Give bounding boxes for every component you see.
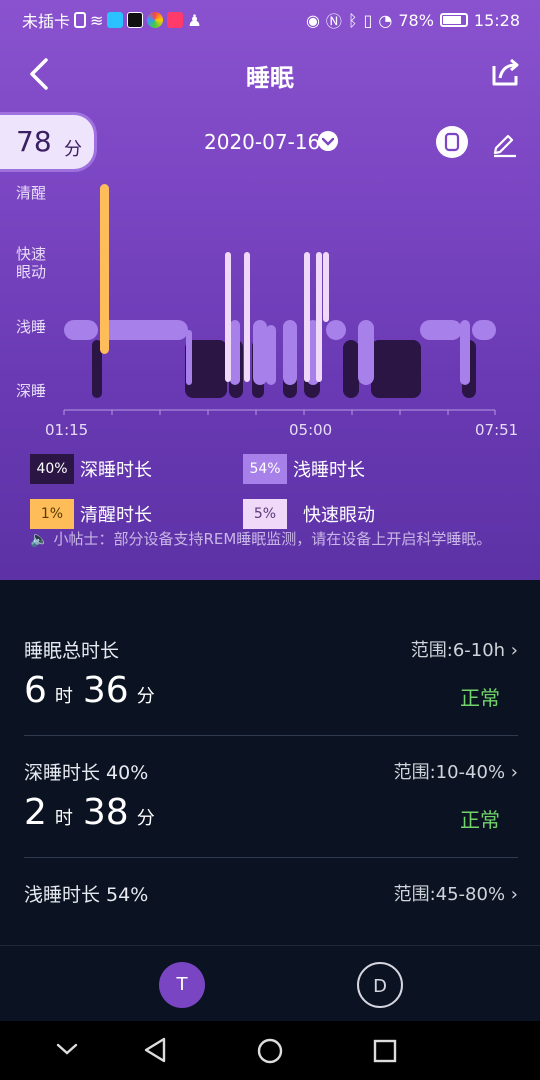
stat-label: 睡眠总时长 bbox=[24, 640, 120, 662]
tip-text: 🔈 小帖士：部分设备支持REM睡眠监测，请在设备上开启科学睡眠。 bbox=[30, 530, 492, 548]
x-label-mid: 05:00 bbox=[289, 421, 333, 439]
legend-awake: 1% 清醒时长 bbox=[30, 499, 152, 529]
stat-range[interactable]: 范围:10-40% › bbox=[394, 758, 518, 784]
sim-icon bbox=[74, 12, 87, 28]
stat-duration: 6 时 36 分 bbox=[24, 670, 155, 711]
app-icon-heart-black bbox=[127, 12, 144, 28]
back-triangle-icon[interactable] bbox=[142, 1037, 168, 1063]
legend-label-deep: 深睡时长 bbox=[80, 460, 152, 481]
legend-swatch-rem: 5% bbox=[243, 499, 287, 529]
carrier-text: 未插卡 bbox=[22, 12, 71, 31]
app-icon-color bbox=[147, 12, 164, 28]
bottom-tab-bar: T D bbox=[0, 945, 540, 1021]
app-icon-heart-blue bbox=[107, 12, 124, 28]
awake-bar bbox=[100, 184, 109, 354]
app-header: 睡眠 bbox=[0, 52, 540, 96]
legend-label-rem: 快速眼动 bbox=[303, 505, 375, 526]
stat-light-sleep[interactable]: 浅睡时长 54% 范围:45-80% › bbox=[24, 880, 518, 928]
qq-icon: ♟ bbox=[187, 10, 202, 30]
stat-label: 浅睡时长 54% bbox=[24, 884, 149, 906]
stat-status: 正常 bbox=[460, 686, 500, 710]
date-selector[interactable]: 2020-07-16 bbox=[204, 130, 320, 154]
speaker-icon: 🔈 bbox=[30, 530, 49, 548]
wifi-icon: ≋ bbox=[90, 10, 104, 30]
page-title: 睡眠 bbox=[246, 64, 294, 92]
vibrate-icon: ▯ bbox=[363, 10, 373, 30]
tab-d[interactable]: D bbox=[357, 962, 403, 1008]
legend-deep: 40% 深睡时长 bbox=[30, 454, 152, 484]
sleep-score-unit: 分 bbox=[64, 139, 82, 160]
chevron-down-icon[interactable] bbox=[318, 131, 338, 151]
legend-label-light: 浅睡时长 bbox=[293, 460, 365, 481]
nfc-icon: Ⓝ bbox=[325, 12, 342, 31]
battery-percent: 78% bbox=[398, 10, 434, 30]
legend-swatch-deep: 40% bbox=[30, 454, 74, 484]
legend-swatch-light: 54% bbox=[243, 454, 287, 484]
edit-pencil-icon[interactable] bbox=[488, 126, 520, 158]
legend-label-awake: 清醒时长 bbox=[80, 505, 152, 526]
eye-icon: ◉ bbox=[305, 10, 320, 30]
divider bbox=[24, 857, 518, 858]
status-bar: 未插卡 ≋ ♟ ◉ Ⓝ ᛒ ▯ ◔ 78% 15:28 bbox=[0, 0, 540, 38]
tab-t[interactable]: T bbox=[159, 962, 205, 1008]
x-label-start: 01:15 bbox=[45, 421, 89, 439]
watch-icon[interactable] bbox=[436, 126, 468, 158]
system-nav-bar bbox=[0, 1021, 540, 1080]
divider bbox=[24, 735, 518, 736]
stat-status: 正常 bbox=[460, 808, 500, 832]
chevron-down-icon[interactable] bbox=[56, 1041, 78, 1057]
home-circle-icon[interactable] bbox=[256, 1037, 284, 1065]
app-icon-pink bbox=[167, 12, 184, 28]
x-axis-ticks bbox=[63, 410, 496, 415]
stat-duration: 2 时 38 分 bbox=[24, 792, 155, 833]
stat-deep-sleep[interactable]: 深睡时长 40% 范围:10-40% › 2 时 38 分 正常 bbox=[24, 758, 518, 838]
recents-square-icon[interactable] bbox=[372, 1038, 398, 1064]
legend-rem: 5% 快速眼动 bbox=[243, 499, 375, 529]
clock: 15:28 bbox=[473, 10, 520, 30]
legend-light: 54% 浅睡时长 bbox=[243, 454, 365, 484]
stat-range[interactable]: 范围:45-80% › bbox=[394, 880, 518, 906]
stat-range[interactable]: 范围:6-10h › bbox=[411, 636, 518, 662]
share-icon[interactable] bbox=[490, 56, 522, 88]
speed-icon: ◔ bbox=[378, 10, 393, 30]
battery-icon bbox=[439, 13, 468, 27]
sleep-score-value: 78 bbox=[16, 125, 52, 158]
bluetooth-icon: ᛒ bbox=[347, 10, 358, 30]
x-label-end: 07:51 bbox=[475, 421, 519, 439]
light-sleep-bars bbox=[64, 320, 496, 385]
stat-label: 深睡时长 40% bbox=[24, 762, 149, 784]
stat-total-sleep[interactable]: 睡眠总时长 范围:6-10h › 6 时 36 分 正常 bbox=[24, 636, 518, 716]
legend-swatch-awake: 1% bbox=[30, 499, 74, 529]
sleep-score-badge: 78 分 bbox=[0, 115, 94, 169]
